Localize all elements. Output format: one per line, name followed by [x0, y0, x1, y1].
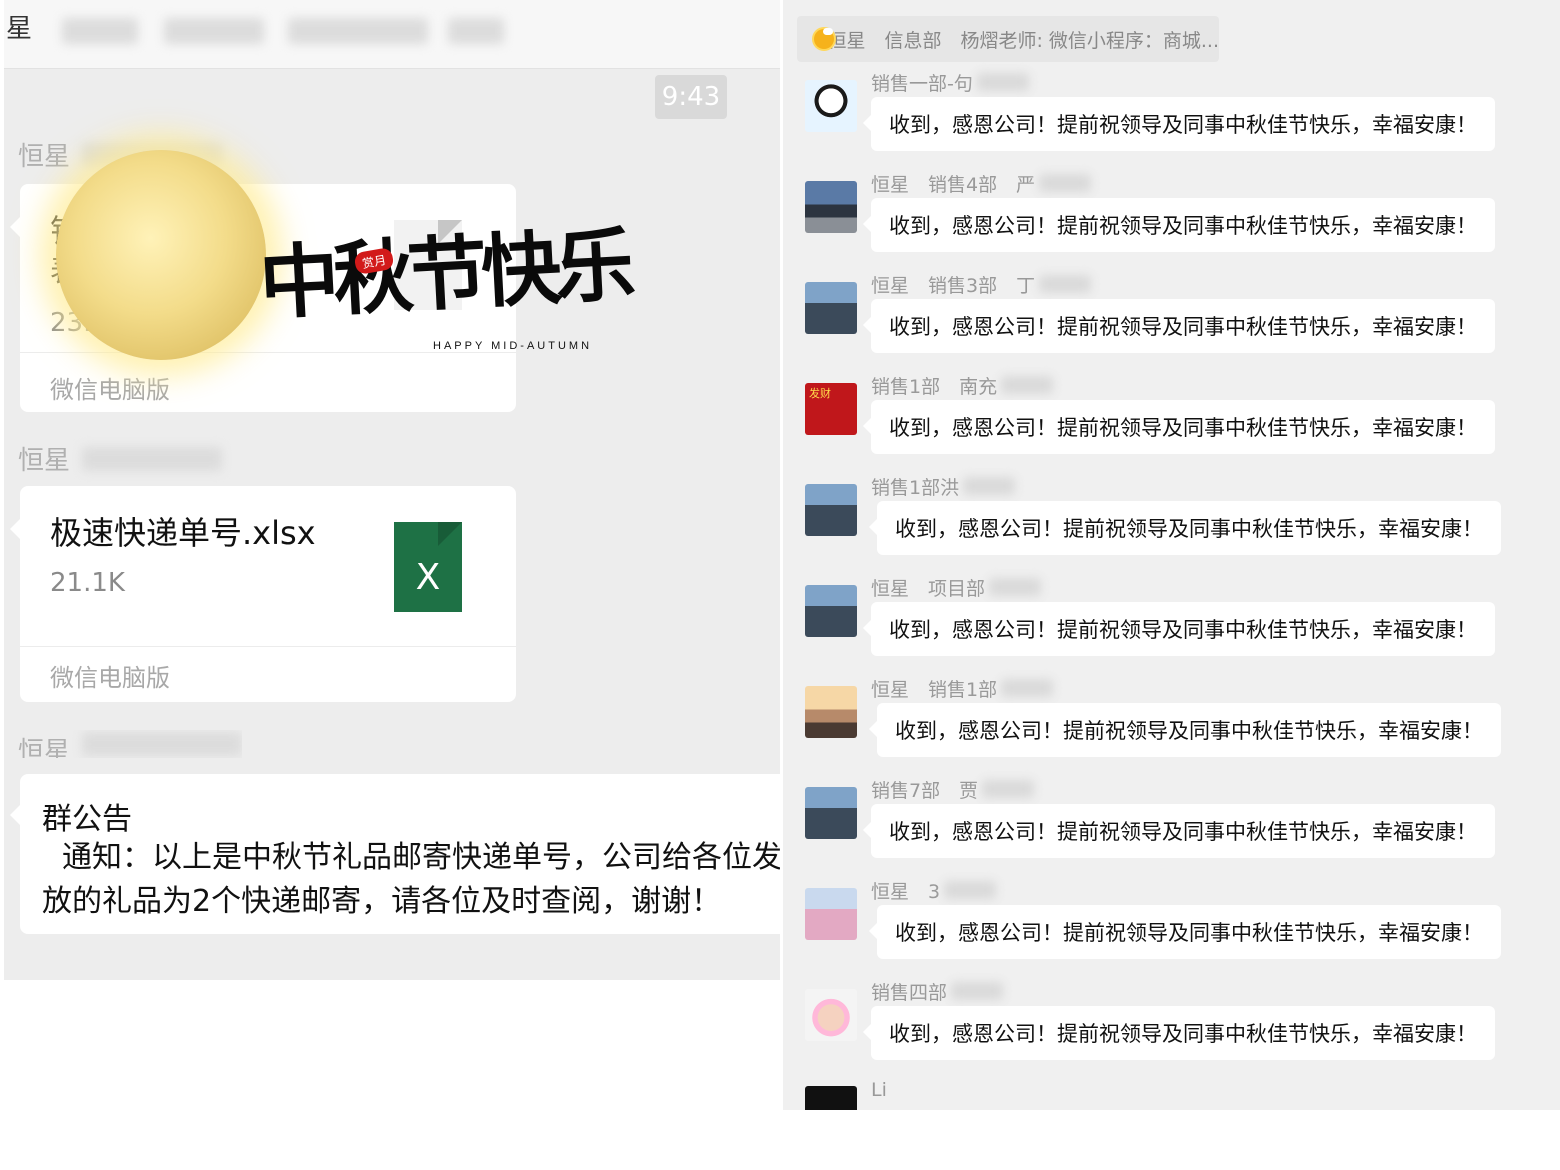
message-sender: Li	[871, 1079, 887, 1101]
blurred-title-segment	[288, 18, 428, 44]
sun-cloud-icon	[811, 26, 834, 52]
message-bubble[interactable]: 收到，感恩公司！提前祝领导及同事中秋佳节快乐，幸福安康！	[869, 501, 1501, 555]
blurred-sender	[944, 881, 997, 899]
sender-label: 恒星 销售4部 严	[871, 173, 1036, 196]
blurred-sender	[951, 982, 1004, 1000]
message-bubble[interactable]: 收到，感恩公司！提前祝领导及同事中秋佳节快乐，幸福安康！	[869, 905, 1501, 959]
child-photo-icon[interactable]	[805, 888, 857, 940]
card-footer-label: 微信电脑版	[50, 664, 170, 692]
message-sender: 恒星 项目部	[871, 575, 1042, 600]
panda-mascot-icon[interactable]	[805, 80, 857, 132]
message-item: 发财 销售1部 南充 收到，感恩公司！提前祝领导及同事中秋佳节快乐，幸福安康！	[783, 373, 1560, 474]
right-chat-panel: 恒星 信息部 杨熠老师: 微信小程序：商城... 销售一部-句 收到，感恩公司！提…	[783, 0, 1560, 1110]
message-sender: 销售四部	[871, 979, 1004, 1004]
announcement-title: 群公告	[42, 802, 132, 837]
blurred-sender	[1001, 679, 1054, 697]
sender-label: 恒星 3	[871, 880, 941, 903]
blurred-sender	[976, 73, 1029, 91]
message-bubble[interactable]: 收到，感恩公司！提前祝领导及同事中秋佳节快乐，幸福安康！	[863, 400, 1495, 454]
message-item: 恒星 销售1部 收到，感恩公司！提前祝领导及同事中秋佳节快乐，幸福安康！	[783, 676, 1560, 777]
blurred-title-segment	[62, 18, 138, 44]
left-chat-panel: 星 9:43 恒星 销 表 23. 微信电脑版 中秋节快乐 赏月 HAPPY M…	[4, 0, 780, 980]
message-bubble[interactable]: 收到，感恩公司！提前祝领导及同事中秋佳节快乐，幸福安康！	[863, 804, 1495, 858]
dark-photo-icon	[805, 1086, 857, 1110]
blurred-sender	[1039, 275, 1092, 293]
blurred-sender	[989, 578, 1042, 596]
sender-name: 恒星	[18, 440, 223, 477]
blurred-title-segment	[448, 18, 504, 44]
message-bubble[interactable]: 收到，感恩公司！提前祝领导及同事中秋佳节快乐，幸福安康！	[863, 602, 1495, 656]
pinned-message-text: 恒星 信息部 杨熠老师: 微信小程序：商城...	[827, 29, 1219, 52]
message-item: Li	[783, 1078, 1560, 1110]
message-sender: 销售一部-句	[871, 70, 1029, 95]
blurred-sender	[1039, 174, 1092, 192]
message-time: 9:43	[655, 75, 727, 119]
message-item: 销售1部洪 收到，感恩公司！提前祝领导及同事中秋佳节快乐，幸福安康！	[783, 474, 1560, 575]
left-chat-header: 星	[4, 0, 780, 69]
sender-label: 销售一部-句	[871, 72, 973, 95]
message-sender: 恒星 销售3部 丁	[871, 272, 1092, 297]
message-sender: 销售7部 贾	[871, 777, 1035, 802]
message-item: 恒星 3 收到，感恩公司！提前祝领导及同事中秋佳节快乐，幸福安康！	[783, 878, 1560, 979]
message-bubble[interactable]: 收到，感恩公司！提前祝领导及同事中秋佳节快乐，幸福安康！	[863, 97, 1495, 151]
announcement-body: 通知：以上是中秋节礼品邮寄快递单号，公司给各位发放的礼品为2个快递邮寄，请各位及…	[42, 840, 780, 919]
blurred-sender	[82, 446, 223, 471]
pinned-message-banner[interactable]: 恒星 信息部 杨熠老师: 微信小程序：商城...	[797, 16, 1219, 62]
message-sender: 恒星 3	[871, 878, 997, 903]
mid-autumn-greeting-art: 中秋节快乐 赏月 HAPPY MID-AUTUMN	[257, 210, 631, 370]
chat-title: 星	[6, 14, 33, 44]
message-item: 销售7部 贾收到，感恩公司！提前祝领导及同事中秋佳节快乐，幸福安康！	[783, 777, 1560, 878]
person-photo-icon[interactable]	[805, 484, 857, 536]
message-bubble[interactable]: 收到，感恩公司！提前祝领导及同事中秋佳节快乐，幸福安康！	[863, 1006, 1495, 1060]
file-name: 极速快递单号.xlsx	[50, 514, 316, 552]
message-item: 恒星 销售3部 丁收到，感恩公司！提前祝领导及同事中秋佳节快乐，幸福安康！	[783, 272, 1560, 373]
message-bubble[interactable]: 收到，感恩公司！提前祝领导及同事中秋佳节快乐，幸福安康！	[863, 198, 1495, 252]
blurred-sender	[982, 780, 1035, 798]
sender-label: 销售7部 贾	[871, 779, 979, 802]
person-photo-icon[interactable]	[805, 787, 857, 839]
avatar-caption: 发财	[809, 387, 831, 400]
sender-label: 恒星	[18, 446, 71, 476]
sender-name: 恒星	[18, 730, 243, 759]
message-sender: 恒星 销售4部 严	[871, 171, 1092, 196]
blurred-sender	[82, 732, 243, 756]
sunset-photo-icon[interactable]	[805, 686, 857, 738]
message-sender: 恒星 销售1部	[871, 676, 1054, 701]
blurred-sender	[963, 477, 1016, 495]
greeting-title: 中秋节快乐	[257, 217, 632, 331]
greeting-english: HAPPY MID-AUTUMN	[433, 340, 593, 352]
message-item: 销售四部 收到，感恩公司！提前祝领导及同事中秋佳节快乐，幸福安康！	[783, 979, 1560, 1080]
sender-label: 恒星	[18, 736, 71, 759]
file-size: 21.1K	[50, 568, 125, 598]
sender-label: 恒星 项目部	[871, 577, 986, 600]
person-photo-icon[interactable]	[805, 585, 857, 637]
excel-file-icon: X	[394, 522, 462, 612]
group-announcement-card[interactable]: 群公告 通知：以上是中秋节礼品邮寄快递单号，公司给各位发放的礼品为2个快递邮寄，…	[10, 774, 780, 934]
message-item: 恒星 销售4部 严收到，感恩公司！提前祝领导及同事中秋佳节快乐，幸福安康！	[783, 171, 1560, 272]
message-item: 销售一部-句 收到，感恩公司！提前祝领导及同事中秋佳节快乐，幸福安康！	[783, 70, 1560, 171]
sender-label: 恒星	[18, 142, 71, 172]
building-photo-icon[interactable]	[805, 181, 857, 233]
message-item: 恒星 项目部 收到，感恩公司！提前祝领导及同事中秋佳节快乐，幸福安康！	[783, 575, 1560, 676]
file-message-card[interactable]: 极速快递单号.xlsx 21.1K X 微信电脑版	[10, 486, 516, 702]
baby-photo-icon[interactable]	[805, 989, 857, 1041]
sender-label: 销售四部	[871, 981, 948, 1004]
card-footer-label: 微信电脑版	[50, 376, 170, 404]
message-sender: 销售1部 南充	[871, 373, 1054, 398]
sender-label: 销售1部 南充	[871, 375, 998, 398]
sender-label: 恒星 销售3部 丁	[871, 274, 1036, 297]
blurred-title-segment	[164, 18, 264, 44]
person-photo-icon[interactable]	[805, 282, 857, 334]
message-bubble[interactable]: 收到，感恩公司！提前祝领导及同事中秋佳节快乐，幸福安康！	[863, 299, 1495, 353]
blurred-sender	[1001, 376, 1054, 394]
lucky-cartoon-icon[interactable]: 发财	[805, 383, 857, 435]
sender-label: 销售1部洪	[871, 476, 960, 499]
message-bubble[interactable]: 收到，感恩公司！提前祝领导及同事中秋佳节快乐，幸福安康！	[869, 703, 1501, 757]
full-moon-icon	[56, 150, 266, 360]
sender-label: 恒星 销售1部	[871, 678, 998, 701]
message-sender: 销售1部洪	[871, 474, 1016, 499]
